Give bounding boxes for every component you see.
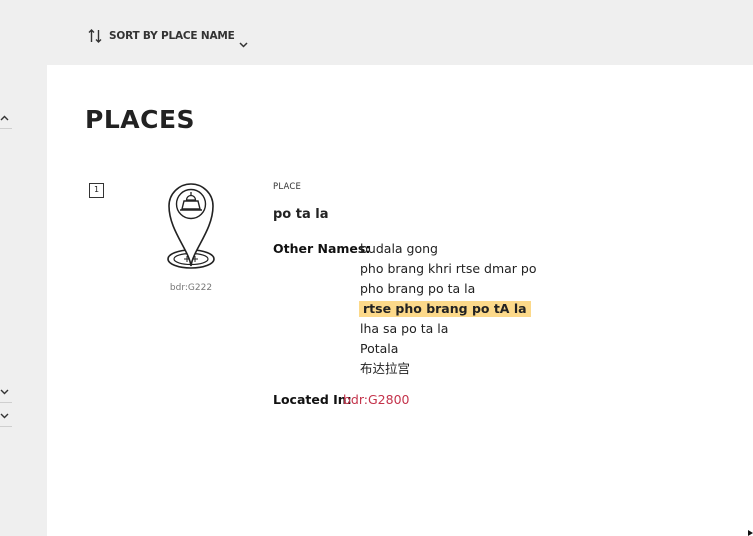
expand-down-button-2[interactable] (0, 410, 12, 427)
chevron-down-icon (239, 33, 248, 48)
collapse-up-button[interactable] (0, 112, 12, 129)
chevron-up-icon (0, 115, 9, 121)
page-title: PLACES (85, 105, 196, 134)
sort-by-dropdown[interactable]: SORT BY PLACE NAME (88, 27, 248, 48)
corner-arrow-icon (748, 530, 753, 536)
list-item: 布达拉宫 (360, 361, 411, 376)
list-item: Potala (360, 341, 399, 356)
list-item-highlighted: rtse pho brang po tA la (359, 301, 536, 321)
list-item: pho brang khri rtse dmar po (360, 261, 537, 276)
toolbar: SORT BY PLACE NAME (0, 0, 753, 65)
result-checkbox[interactable]: 1 (89, 183, 104, 198)
sort-arrows-icon (88, 28, 102, 44)
place-id: bdr:G222 (169, 283, 213, 293)
place-name: po ta la (273, 207, 329, 222)
list-item: budala gong (360, 241, 438, 256)
other-names-list: budala gong pho brang khri rtse dmar po … (359, 241, 537, 381)
type-label: PLACE (273, 182, 302, 192)
list-item: pho brang po ta la (360, 281, 476, 296)
chevron-down-icon (0, 413, 9, 419)
located-in-label: Located In: (273, 392, 352, 407)
sort-label: SORT BY PLACE NAME (109, 30, 235, 42)
list-item: lha sa po ta la (360, 321, 449, 336)
other-names-label: Other Names: (273, 241, 371, 256)
place-pin-icon (167, 183, 215, 269)
left-rail (0, 65, 47, 536)
located-in-link[interactable]: bdr:G2800 (343, 392, 410, 407)
expand-down-button[interactable] (0, 386, 12, 403)
results-panel: PLACES 1 bdr:G222 PLACE po ta la Other N… (47, 65, 753, 536)
chevron-down-icon (0, 389, 9, 395)
